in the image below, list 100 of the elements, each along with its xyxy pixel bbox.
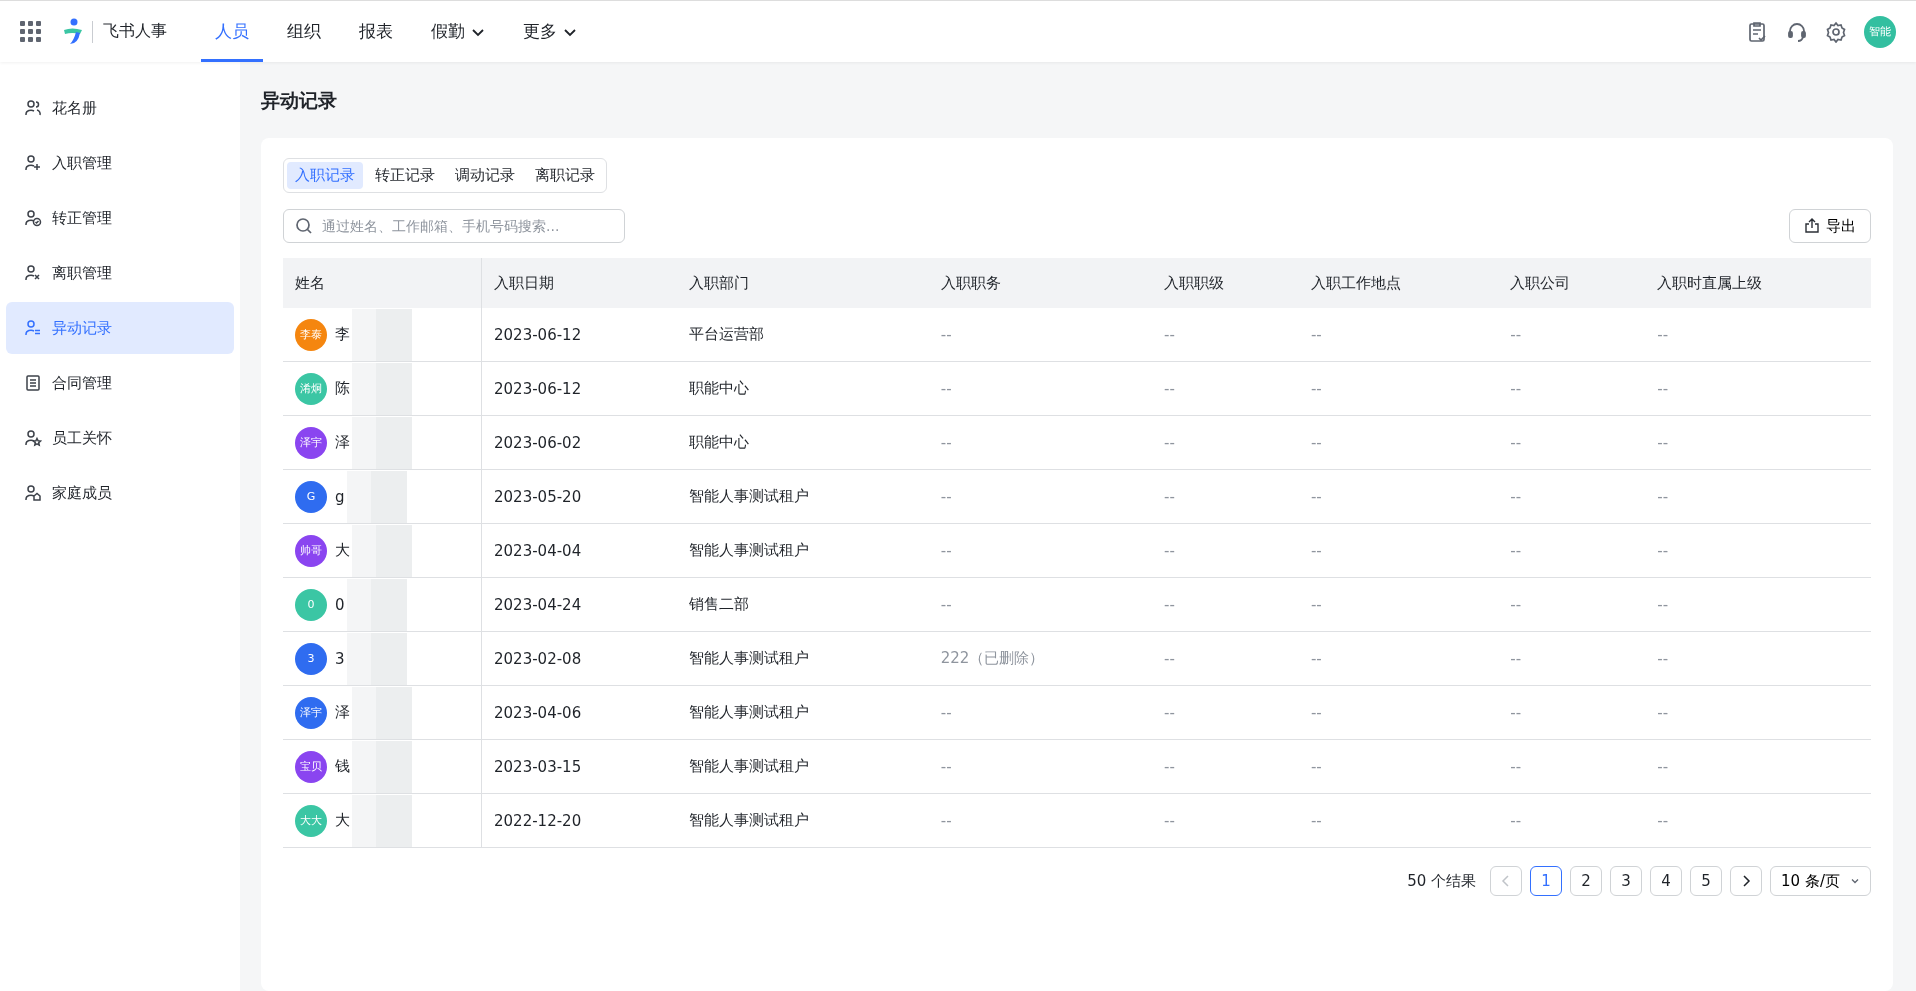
sidebar-item[interactable]: 合同管理 <box>6 357 234 409</box>
page-button[interactable]: 3 <box>1610 866 1643 896</box>
table-cell: 智能人事测试租户 <box>688 541 809 559</box>
table-cell: -- <box>1164 595 1175 614</box>
next-page-button[interactable] <box>1730 866 1763 896</box>
person-icon <box>24 154 42 172</box>
nav-tab[interactable]: 更多 <box>509 1 591 62</box>
table-cell: -- <box>1510 703 1522 722</box>
table-cell: -- <box>940 811 952 830</box>
redaction-mosaic <box>352 794 412 847</box>
avatar: 大大 <box>295 804 327 837</box>
redaction-mosaic <box>346 632 407 685</box>
avatar: 泽宇 <box>295 696 327 729</box>
table-cell: -- <box>940 487 952 506</box>
table-cell: -- <box>1310 757 1322 776</box>
table-cell: 222（已删除） <box>940 649 1045 667</box>
redaction-mosaic <box>346 578 407 631</box>
sidebar-item[interactable]: 异动记录 <box>6 302 234 354</box>
table-cell: -- <box>1310 649 1322 668</box>
table-cell: -- <box>1510 811 1522 830</box>
nav-tab[interactable]: 假勤 <box>417 1 499 62</box>
avatar: 李泰 <box>295 318 327 351</box>
table-cell: -- <box>940 757 952 776</box>
table-cell: -- <box>1310 325 1322 344</box>
avatar: 宝贝 <box>295 750 327 783</box>
record-tab[interactable]: 调动记录 <box>447 162 523 189</box>
record-tab[interactable]: 入职记录 <box>287 162 363 189</box>
table-cell: -- <box>1310 433 1322 452</box>
person-icon <box>24 209 42 227</box>
record-tab[interactable]: 离职记录 <box>527 162 603 189</box>
page-button[interactable]: 5 <box>1690 866 1723 896</box>
sidebar-item[interactable]: 转正管理 <box>6 192 234 244</box>
table-cell: -- <box>1510 757 1522 776</box>
settings-icon[interactable] <box>1825 20 1847 43</box>
table-cell: 2023-02-08 <box>494 649 582 668</box>
table-cell: 智能人事测试租户 <box>688 649 809 667</box>
logo-icon <box>62 17 84 46</box>
table-cell: 智能人事测试租户 <box>688 487 809 505</box>
table-cell: -- <box>1310 703 1322 722</box>
sidebar-item[interactable]: 离职管理 <box>6 247 234 299</box>
avatar: 帅哥 <box>295 534 327 567</box>
redaction-mosaic <box>352 524 412 577</box>
table-cell: -- <box>1657 595 1669 614</box>
table-cell: -- <box>1657 703 1669 722</box>
sidebar-item[interactable]: 花名册 <box>6 82 234 134</box>
search-field[interactable]: 通过姓名、工作邮箱、手机号码搜索... <box>283 209 625 243</box>
table-cell: -- <box>1657 757 1669 776</box>
table-cell: -- <box>1510 541 1522 560</box>
page-button[interactable]: 1 <box>1530 866 1563 896</box>
table-cell: -- <box>1164 433 1175 452</box>
avatar: 泽宇 <box>295 426 327 459</box>
redaction-mosaic <box>352 686 412 739</box>
table-cell: -- <box>1310 487 1322 506</box>
table-cell: 智能人事测试租户 <box>688 757 809 775</box>
table-cell: -- <box>1164 325 1175 344</box>
record-tab[interactable]: 转正记录 <box>367 162 443 189</box>
table-cell: -- <box>1657 325 1669 344</box>
column-header: 入职职务 <box>940 273 1001 292</box>
chevron-right-icon <box>1741 875 1752 887</box>
table-cell: 智能人事测试租户 <box>688 811 809 829</box>
sidebar-item[interactable]: 员工关怀 <box>6 412 234 464</box>
table-cell: -- <box>940 325 952 344</box>
table-cell: -- <box>1310 811 1322 830</box>
app-grid-icon[interactable] <box>20 20 42 43</box>
page-size-select[interactable]: 10 条/页 <box>1770 866 1871 896</box>
upload-icon <box>1804 218 1820 234</box>
export-button[interactable]: 导出 <box>1789 209 1871 243</box>
page-button[interactable]: 4 <box>1650 866 1683 896</box>
table-cell: 2023-06-12 <box>494 325 582 344</box>
page-button[interactable]: 2 <box>1570 866 1603 896</box>
name-text: 钱 <box>335 757 350 776</box>
sidebar-item[interactable]: 家庭成员 <box>6 467 234 519</box>
nav-tab[interactable]: 报表 <box>345 1 407 62</box>
table-cell: 销售二部 <box>688 595 749 613</box>
table-cell: 2023-04-06 <box>494 703 582 722</box>
table-cell: 2023-05-20 <box>494 487 582 506</box>
name-text: 泽 <box>335 433 350 452</box>
name-text: 陈 <box>335 379 350 398</box>
headset-icon[interactable] <box>1786 20 1808 43</box>
table-cell: -- <box>1657 649 1669 668</box>
table-cell: 2023-03-15 <box>494 757 582 776</box>
avatar: 淆炯 <box>295 372 327 405</box>
chevron-down-icon <box>1850 876 1860 886</box>
table-cell: -- <box>1310 541 1322 560</box>
table-cell: -- <box>940 379 952 398</box>
sidebar-item[interactable]: 入职管理 <box>6 137 234 189</box>
redaction-mosaic <box>352 362 412 415</box>
nav-tab[interactable]: 组织 <box>273 1 335 62</box>
clipboard-check-icon[interactable] <box>1747 20 1769 43</box>
table-cell: -- <box>1164 541 1175 560</box>
redaction-mosaic <box>352 416 412 469</box>
avatar: 3 <box>295 642 327 675</box>
table-cell: -- <box>1310 595 1322 614</box>
table-cell: -- <box>1510 595 1522 614</box>
chevron-left-icon <box>1501 875 1512 887</box>
table-cell: 平台运营部 <box>688 325 764 343</box>
table-cell: -- <box>1657 541 1669 560</box>
name-text: 大 <box>335 541 350 560</box>
table-cell: -- <box>1164 757 1175 776</box>
table-cell: -- <box>1310 379 1322 398</box>
